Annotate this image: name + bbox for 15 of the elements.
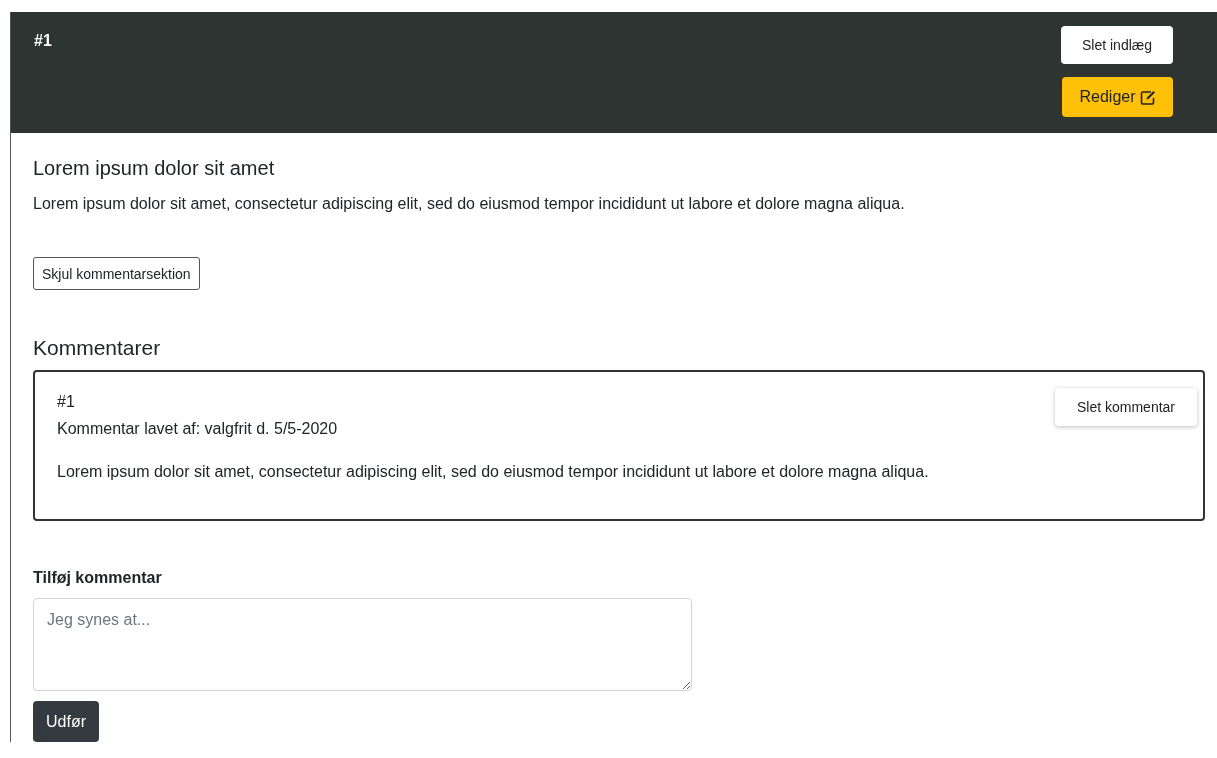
submit-button[interactable]: Udfør	[33, 701, 99, 742]
delete-post-button[interactable]: Slet indlæg	[1061, 26, 1173, 64]
comments-heading: Kommentarer	[33, 336, 162, 360]
add-comment-label: Tilføj kommentar	[33, 569, 162, 587]
comment-text: Lorem ipsum dolor sit amet, consectetur adipiscing elit, sed do eiusmod tempor incididunt ut labore et dolore magna aliqua.	[57, 463, 929, 481]
comment-meta: Kommentar lavet af: valgfrit d. 5/5-2020	[57, 419, 339, 439]
edit-button[interactable]: Rediger	[1062, 77, 1173, 117]
delete-comment-button[interactable]: Slet kommentar	[1055, 388, 1197, 426]
post-number: #1	[34, 32, 52, 51]
comment-input-field[interactable]: Jeg synes at...	[33, 598, 692, 691]
post-body: Lorem ipsum dolor sit amet, consectetur adipiscing elit, sed do eiusmod tempor incididunt ut labore et dolore magna aliqua.	[33, 195, 906, 213]
post-title: Lorem ipsum dolor sit amet	[33, 157, 276, 180]
comment-number: #1	[57, 392, 76, 412]
hide-comments-button[interactable]: Skjul kommentarsektion	[33, 257, 200, 290]
edit-icon	[1139, 89, 1156, 105]
